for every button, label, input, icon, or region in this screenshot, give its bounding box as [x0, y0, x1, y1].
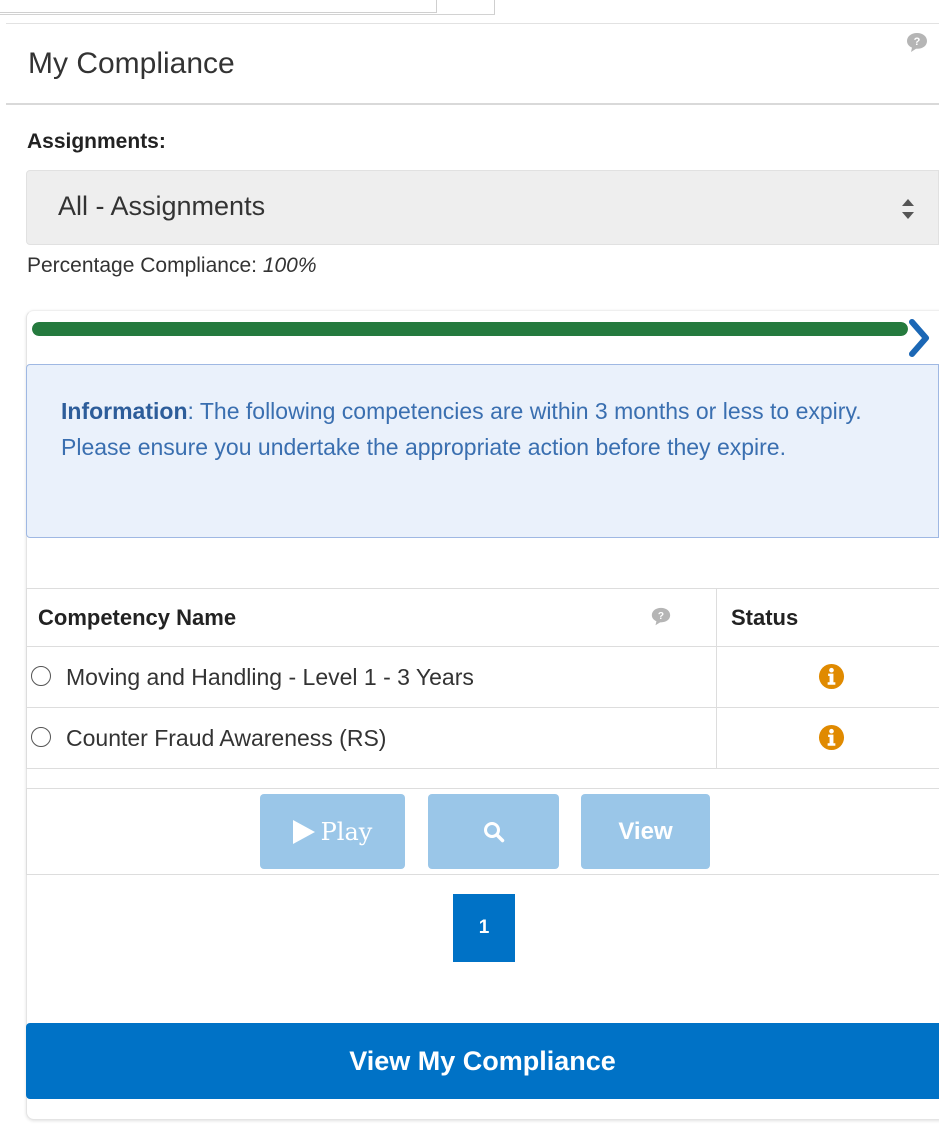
column-header-competency-name: Competency Name — [38, 605, 237, 630]
percentage-compliance-value: 100% — [262, 254, 317, 277]
expiry-info-alert: Information: The following competencies … — [26, 364, 939, 538]
assignments-label: Assignments: — [27, 130, 166, 153]
column-divider — [716, 647, 717, 707]
info-icon[interactable] — [818, 724, 845, 751]
chevron-right-icon[interactable] — [906, 318, 934, 358]
previous-widget-divider — [494, 0, 495, 14]
view-button-label: View — [618, 817, 673, 845]
compliance-widget: My Compliance ? Assignments: All - Assig… — [0, 0, 939, 1141]
column-divider — [716, 589, 717, 646]
table-left-edge — [26, 589, 27, 646]
table-left-edge — [26, 708, 27, 768]
view-my-compliance-button[interactable]: View My Compliance — [26, 1023, 939, 1099]
svg-text:?: ? — [658, 611, 664, 622]
compliance-progress-bar — [32, 322, 908, 336]
table-row[interactable]: Moving and Handling - Level 1 - 3 Years — [26, 647, 939, 708]
pagination-page-1[interactable]: 1 — [453, 894, 515, 962]
sort-caret-icon — [902, 199, 914, 219]
percentage-compliance-label: Percentage Compliance: — [27, 254, 257, 277]
row-select-radio[interactable] — [31, 666, 51, 686]
svg-text:?: ? — [914, 36, 921, 48]
panel-top-border — [6, 23, 939, 24]
search-button[interactable] — [428, 794, 559, 869]
assignments-select[interactable]: All - Assignments — [26, 170, 939, 245]
play-button[interactable]: Play — [260, 794, 405, 869]
column-header-status: Status — [731, 605, 799, 630]
percentage-compliance: Percentage Compliance: 100% — [27, 254, 317, 278]
play-icon — [292, 819, 315, 844]
help-icon[interactable]: ? — [905, 31, 929, 55]
expiry-info-text: Information: The following competencies … — [61, 393, 921, 465]
assignments-select-value: All - Assignments — [58, 191, 266, 221]
column-divider — [716, 708, 717, 768]
table-left-edge — [26, 647, 27, 707]
previous-widget-inner — [0, 0, 437, 13]
view-my-compliance-label: View My Compliance — [349, 1045, 616, 1076]
help-icon[interactable]: ? — [650, 606, 672, 628]
panel-title: My Compliance — [28, 47, 235, 80]
competency-name: Counter Fraud Awareness (RS) — [66, 725, 387, 751]
info-heading: Information — [61, 398, 188, 424]
search-icon — [483, 821, 504, 842]
title-divider — [6, 103, 939, 105]
table-row[interactable]: Counter Fraud Awareness (RS) — [26, 708, 939, 769]
view-button[interactable]: View — [581, 794, 710, 869]
competency-table-header: Competency Name ? Status — [26, 588, 939, 647]
previous-widget-edge — [0, 0, 495, 15]
competency-name: Moving and Handling - Level 1 - 3 Years — [66, 664, 474, 690]
compliance-progress-fill — [32, 322, 908, 336]
play-button-label: Play — [320, 817, 373, 846]
info-icon[interactable] — [818, 663, 845, 690]
row-select-radio[interactable] — [31, 727, 51, 747]
